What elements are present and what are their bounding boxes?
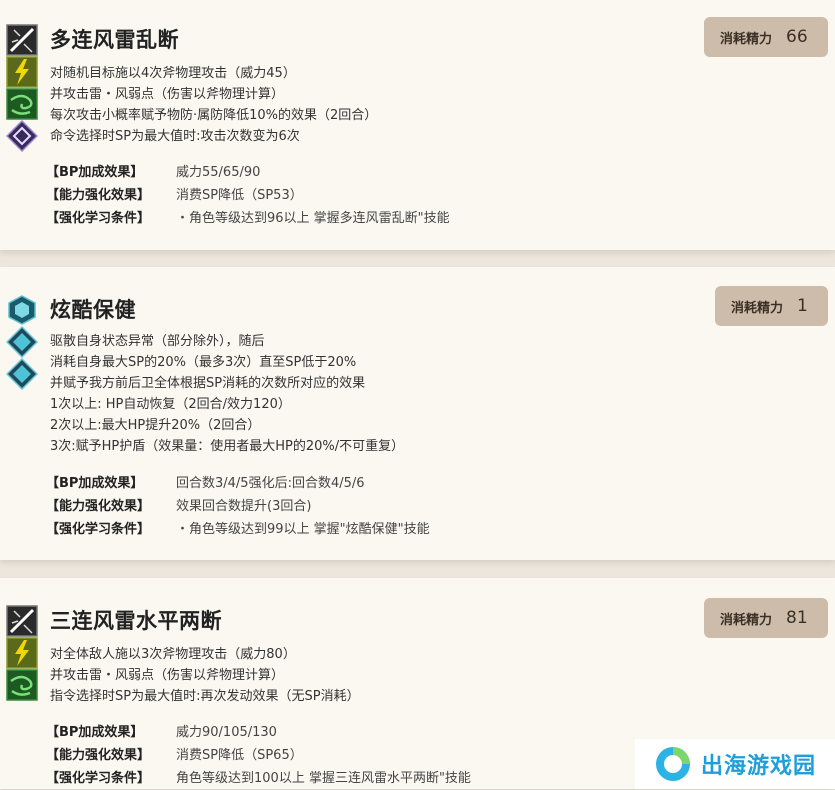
support-diamond-icon [6, 326, 38, 358]
sp-cost-label: 消耗精力 [720, 612, 773, 628]
description-line: 命令选择时SP为最大值时:攻击次数变为6次 [50, 129, 300, 144]
bp-key: 【能力强化效果】 [46, 499, 151, 514]
bp-value: 消费SP降低（SP53） [176, 188, 303, 203]
slash-icon [6, 605, 38, 637]
support-diamond-icon [6, 358, 38, 390]
watermark-text: 出海游戏园 [701, 754, 817, 779]
bp-value: 回合数3/4/5强化后:回合数4/5/6 [176, 476, 365, 491]
shield-hex-icon [8, 295, 36, 325]
wind-icon [6, 88, 38, 120]
watermark-logo-icon [656, 747, 690, 781]
description-line: 2次以上:最大HP提升20%（2回合） [50, 418, 261, 433]
bp-value: 消费SP降低（SP65） [176, 748, 303, 763]
bp-key: 【强化学习条件】 [46, 771, 151, 786]
description-line: 消耗自身最大SP的20%（最多3次）直至SP低于20% [50, 355, 357, 370]
bp-key: 【BP加成效果】 [46, 165, 144, 180]
description-line: 对随机目标施以4次斧物理攻击（威力45） [50, 66, 296, 81]
sp-cost-value: 66 [786, 27, 808, 47]
bp-key: 【强化学习条件】 [46, 522, 151, 537]
bp-value: 效果回合数提升(3回合) [176, 499, 312, 514]
skill-icons [6, 605, 38, 701]
slash-icon [6, 24, 38, 56]
bp-row: 【能力强化效果】 消费SP降低（SP65） [46, 744, 471, 767]
lightning-icon [6, 56, 38, 88]
site-watermark: 出海游戏园 [635, 739, 835, 789]
skill-title: 炫酷保健 [50, 298, 136, 322]
sp-cost-value: 81 [786, 608, 808, 628]
skill-description: 对全体敌人施以3次斧物理攻击（威力80） 并攻击雷・风弱点（伤害以斧物理计算） … [50, 644, 360, 707]
boost-diamond-icon [6, 120, 38, 152]
bp-row: 【强化学习条件】 ・角色等级达到99以上 掌握"炫酷保健"技能 [46, 518, 430, 541]
skill-icons [6, 24, 38, 152]
sp-cost-badge: 消耗精力 81 [704, 598, 828, 638]
wind-icon [6, 669, 38, 701]
description-line: 3次:赋予HP护盾（效果量：使用者最大HP的20%/不可重复） [50, 439, 405, 454]
bp-value: 威力90/105/130 [176, 725, 277, 740]
sp-cost-value: 1 [797, 296, 808, 316]
bp-effects: 【BP加成效果】 威力55/65/90 【能力强化效果】 消费SP降低（SP53… [46, 161, 450, 230]
bp-key: 【能力强化效果】 [46, 188, 151, 203]
bp-key: 【能力强化效果】 [46, 748, 151, 763]
description-line: 并攻击雷・风弱点（伤害以斧物理计算） [50, 87, 285, 102]
bp-value: 角色等级达到100以上 掌握三连风雷水平两断"技能 [176, 771, 471, 786]
skill-description: 对随机目标施以4次斧物理攻击（威力45） 并攻击雷・风弱点（伤害以斧物理计算） … [50, 63, 377, 147]
bp-key: 【BP加成效果】 [46, 476, 144, 491]
description-line: 并赋予我方前后卫全体根据SP消耗的次数所对应的效果 [50, 376, 366, 391]
skill-description: 驱散自身状态异常（部分除外），随后 消耗自身最大SP的20%（最多3次）直至SP… [50, 331, 404, 457]
skill-card-2: 炫酷保健 消耗精力 1 驱散自身状态异常（部分除外），随后 消耗自身最大SP的2… [0, 267, 835, 560]
skill-card-1: 多连风雷乱断 消耗精力 66 对随机目标施以4次斧物理攻击（威力45） 并攻击雷… [0, 0, 835, 250]
bp-row: 【BP加成效果】 回合数3/4/5强化后:回合数4/5/6 [46, 472, 430, 495]
skill-icons [6, 294, 38, 390]
sp-cost-label: 消耗精力 [720, 31, 773, 47]
lightning-icon [6, 637, 38, 669]
bp-row: 【强化学习条件】 ・角色等级达到96以上 掌握多连风雷乱断"技能 [46, 207, 450, 230]
description-line: 驱散自身状态异常（部分除外），随后 [50, 334, 265, 349]
bp-row: 【BP加成效果】 威力55/65/90 [46, 161, 450, 184]
bp-value: 威力55/65/90 [176, 165, 261, 180]
description-line: 对全体敌人施以3次斧物理攻击（威力80） [50, 647, 296, 662]
bp-value: ・角色等级达到96以上 掌握多连风雷乱断"技能 [176, 211, 450, 226]
sp-cost-label: 消耗精力 [731, 300, 784, 316]
bp-key: 【BP加成效果】 [46, 725, 144, 740]
skill-title: 多连风雷乱断 [50, 28, 179, 52]
bp-key: 【强化学习条件】 [46, 211, 151, 226]
bp-row: 【能力强化效果】 效果回合数提升(3回合) [46, 495, 430, 518]
bp-effects: 【BP加成效果】 威力90/105/130 【能力强化效果】 消费SP降低（SP… [46, 721, 471, 790]
sp-cost-badge: 消耗精力 66 [704, 17, 828, 57]
skill-title: 三连风雷水平两断 [50, 609, 222, 633]
bp-effects: 【BP加成效果】 回合数3/4/5强化后:回合数4/5/6 【能力强化效果】 效… [46, 472, 430, 541]
bp-value: ・角色等级达到99以上 掌握"炫酷保健"技能 [176, 522, 430, 537]
bp-row: 【强化学习条件】 角色等级达到100以上 掌握三连风雷水平两断"技能 [46, 767, 471, 790]
description-line: 并攻击雷・风弱点（伤害以斧物理计算） [50, 668, 285, 683]
description-line: 指令选择时SP为最大值时:再次发动效果（无SP消耗） [50, 689, 360, 704]
sp-cost-badge: 消耗精力 1 [715, 286, 828, 326]
bp-row: 【能力强化效果】 消费SP降低（SP53） [46, 184, 450, 207]
description-line: 每次攻击小概率赋予物防·属防降低10%的效果（2回合） [50, 108, 378, 123]
description-line: 1次以上: HP自动恢复（2回合/效力120） [50, 397, 291, 412]
bp-row: 【BP加成效果】 威力90/105/130 [46, 721, 471, 744]
